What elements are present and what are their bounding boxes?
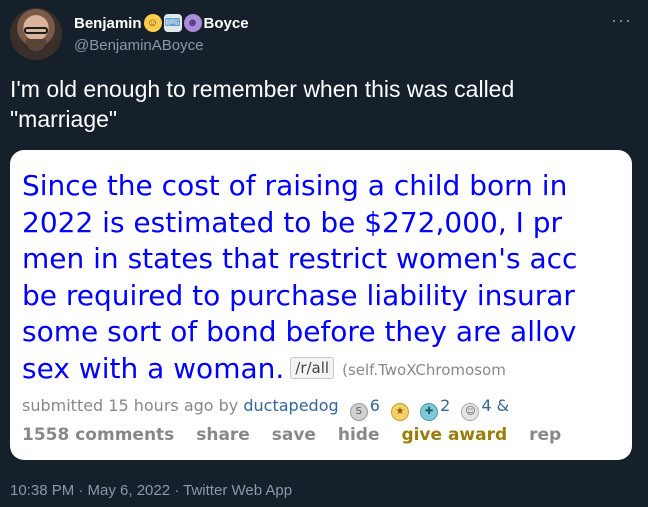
post-title-line: sex with a woman.	[22, 351, 285, 385]
reddit-post-title: Since the cost of raising a child born i…	[22, 168, 632, 388]
post-title-line: men in states that restrict women's acc	[22, 242, 578, 275]
face-award-icon: ☺	[461, 402, 480, 421]
subreddit-flair: /r/all	[290, 356, 335, 379]
avatar-glasses	[24, 27, 48, 34]
avatar-beard	[26, 39, 46, 51]
angel-face-icon: ☺	[143, 14, 162, 32]
post-title-line: be required to purchase liability insura…	[22, 278, 575, 312]
gold-award-icon: ★	[391, 402, 410, 421]
post-domain: (self.TwoXChromosom	[342, 360, 506, 379]
tweet-text-line-2: "marriage"	[10, 106, 118, 132]
post-title-line: some sort of bond before they are allov	[22, 315, 577, 348]
award-count: 6	[369, 396, 380, 415]
save-link: save	[271, 425, 316, 445]
report-link: rep	[529, 425, 562, 445]
tweet-header: Benjamin ☺ ⌨ ☻ Boyce @BenjaminABoyce ···	[10, 8, 638, 60]
post-title-line-last: sex with a woman./r/all (self.TwoXChromos…	[22, 351, 632, 389]
post-author: ductapedog	[243, 396, 339, 415]
technologist-icon: ⌨	[163, 14, 182, 32]
comments-link: 1558 comments	[22, 425, 175, 445]
post-title-line: 2022 is estimated to be $272,000, I pr	[22, 205, 563, 239]
tweet-timestamp[interactable]: 10:38 PM · May 6, 2022 · Twitter Web App	[10, 482, 292, 499]
award-count: 4 &	[481, 396, 510, 415]
tweet-text-line-1: I'm old enough to remember when this was…	[10, 76, 515, 102]
display-name-part2: Boyce	[203, 14, 249, 32]
submitted-text: submitted 15 hours ago by	[22, 396, 239, 415]
give-award-link: give award	[401, 425, 508, 445]
share-link: share	[196, 425, 250, 445]
post-actions: 1558 comments share save hide give award…	[22, 425, 577, 445]
post-tagline: submitted 15 hours ago by ductapedog S6 …	[22, 396, 509, 421]
devil-face-icon: ☻	[183, 14, 202, 32]
wholesome-award-icon: ✚	[420, 402, 439, 421]
display-name-part1: Benjamin	[74, 14, 142, 32]
award-count: 2	[440, 396, 451, 415]
tweet-text: I'm old enough to remember when this was…	[10, 74, 630, 134]
hide-link: hide	[337, 425, 380, 445]
display-name[interactable]: Benjamin ☺ ⌨ ☻ Boyce	[74, 12, 249, 34]
more-options-icon[interactable]: ···	[611, 10, 632, 31]
avatar[interactable]	[10, 8, 62, 60]
user-handle[interactable]: @BenjaminABoyce	[74, 37, 203, 54]
post-title-line: Since the cost of raising a child born i…	[22, 169, 568, 202]
tweet-media-image[interactable]: Since the cost of raising a child born i…	[10, 150, 632, 460]
silver-award-icon: S	[349, 402, 368, 421]
